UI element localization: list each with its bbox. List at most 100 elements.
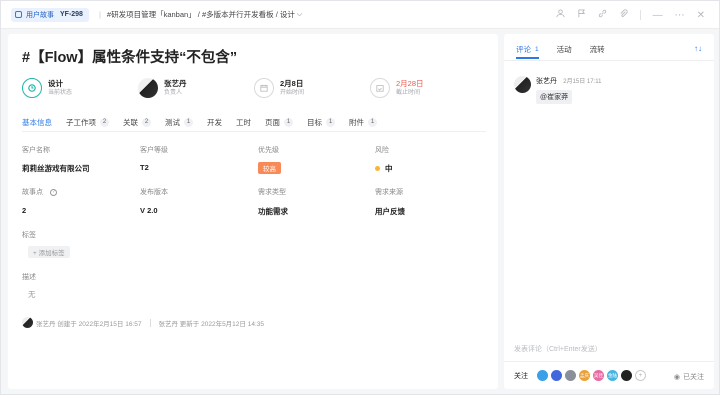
watch-toggle[interactable]: ◉ 已关注: [674, 372, 704, 382]
issue-title[interactable]: #【Flow】属性条件支持“不包含”: [22, 46, 237, 67]
issue-detail-window: 用户故事 YF-298 | #研发项目管理「kanban」 / #多版本并行开发…: [0, 0, 720, 395]
follower-avatar[interactable]: 孟庆: [579, 370, 590, 381]
story-points-label-wrap: 故事点 ?: [22, 187, 57, 197]
minimize-icon[interactable]: —: [653, 10, 663, 21]
follower-avatar[interactable]: [565, 370, 576, 381]
tab-transitions[interactable]: 流转: [590, 44, 605, 55]
customer-name-label: 客户名称: [22, 147, 50, 154]
comment-author: 张艺丹: [536, 78, 557, 85]
tab-attachments[interactable]: 附件 1: [349, 117, 377, 128]
tab-count: 1: [284, 117, 293, 127]
audit-info: 张艺丹 创建于 2022年2月15日 16:57 张艺丹 更新于 2022年5月…: [22, 317, 264, 328]
release-value[interactable]: V 2.0: [140, 206, 158, 215]
tab-count: 1: [535, 46, 539, 53]
follower-avatar[interactable]: [621, 370, 632, 381]
tab-worklog[interactable]: 工时: [236, 117, 251, 128]
status-icon: [22, 78, 42, 98]
tab-count: 1: [326, 117, 335, 127]
close-icon[interactable]: ✕: [697, 10, 705, 21]
chevron-down-icon[interactable]: ⌵: [297, 11, 302, 19]
calendar-check-icon: [370, 78, 390, 98]
top-bar: 用户故事 YF-298 | #研发项目管理「kanban」 / #多版本并行开发…: [1, 1, 719, 29]
side-tabs: 评论 1 活动 流转: [516, 44, 623, 59]
status-value: 设计: [48, 79, 63, 88]
issue-type-tag[interactable]: 用户故事 YF-298: [11, 7, 89, 22]
toolbar-divider: [639, 10, 641, 20]
follower-avatar[interactable]: [537, 370, 548, 381]
tab-count: 1: [368, 117, 377, 127]
attachment-icon[interactable]: [619, 9, 628, 21]
req-source-label: 需求来源: [375, 189, 403, 196]
link-icon[interactable]: [598, 9, 607, 21]
risk-value: 中: [385, 164, 393, 173]
tab-links[interactable]: 关联 2: [123, 117, 151, 128]
issue-id[interactable]: YF-298: [60, 11, 83, 18]
follower-avatar[interactable]: 吴佳: [593, 370, 604, 381]
tab-count: 2: [100, 117, 109, 127]
story-points-label: 故事点: [22, 189, 43, 196]
req-type-value[interactable]: 功能需求: [258, 206, 288, 217]
tab-tests[interactable]: 测试 1: [165, 117, 193, 128]
release-label: 发布版本: [140, 189, 168, 196]
assignee-meta[interactable]: 张艺丹 负责人: [138, 78, 187, 98]
story-points-value[interactable]: 2: [22, 206, 26, 215]
issue-type-label: 用户故事: [26, 11, 54, 19]
input-divider: [504, 361, 714, 362]
avatar: [138, 78, 158, 98]
tab-count: 1: [184, 117, 193, 127]
tab-development[interactable]: 开发: [207, 117, 222, 128]
follower-avatar[interactable]: 金陆: [607, 370, 618, 381]
tab-comments[interactable]: 评论 1: [516, 44, 539, 59]
status-label: 当前状态: [48, 90, 73, 96]
tab-sub-items[interactable]: 子工作项 2: [66, 117, 109, 128]
comment-item: 张艺丹 2月15日 17:11 @崔家莽: [514, 76, 601, 104]
breadcrumb-project[interactable]: #研发项目管理「kanban」: [107, 9, 196, 20]
side-divider: [504, 60, 714, 61]
sort-icon[interactable]: ↑↓: [694, 44, 702, 53]
activity-panel: 评论 1 活动 流转 ↑↓ 张艺丹 2月15日 17:11 @崔家莽 发表评论（C…: [504, 34, 714, 389]
story-icon: [15, 11, 22, 18]
customer-level-label: 客户等级: [140, 147, 168, 154]
comment-time: 2月15日 17:11: [563, 79, 602, 85]
tab-pages[interactable]: 页面 1: [265, 117, 293, 128]
priority-field[interactable]: 较高: [258, 162, 281, 174]
breadcrumb-stage[interactable]: / 设计: [276, 9, 295, 20]
risk-field[interactable]: 中: [375, 163, 393, 174]
due-date-label: 截止时间: [396, 90, 421, 96]
tab-basic-info[interactable]: 基本信息: [22, 117, 52, 132]
description-label: 描述: [22, 274, 36, 281]
breadcrumb-board[interactable]: / #多版本并行开发看板: [198, 9, 274, 20]
customer-name-value[interactable]: 莉莉丝游戏有限公司: [22, 163, 90, 174]
eye-icon: ◉: [673, 374, 680, 381]
tab-goals[interactable]: 目标 1: [307, 117, 335, 128]
comment-mention[interactable]: @崔家莽: [536, 90, 573, 104]
description-value[interactable]: 无: [28, 289, 36, 300]
help-icon[interactable]: ?: [50, 188, 57, 196]
tags-label: 标签: [22, 232, 36, 239]
tab-count: 2: [142, 117, 151, 127]
assign-icon[interactable]: [556, 9, 565, 21]
followers-bar: 关注 孟庆 吴佳 金陆 +: [514, 370, 646, 381]
start-date-meta[interactable]: 2月8日 开始时间: [254, 78, 304, 98]
req-source-value[interactable]: 用户反馈: [375, 206, 405, 217]
calendar-icon: [254, 78, 274, 98]
tab-activity[interactable]: 活动: [557, 44, 572, 55]
watched-label: 已关注: [683, 374, 704, 381]
customer-level-value[interactable]: T2: [140, 163, 149, 172]
more-icon[interactable]: ⋯: [675, 10, 685, 21]
add-tag-button[interactable]: + 添加标签: [28, 246, 70, 258]
flag-icon[interactable]: [577, 9, 586, 21]
created-info: 张艺丹 创建于 2022年2月15日 16:57: [36, 320, 142, 328]
follower-avatar[interactable]: [551, 370, 562, 381]
comment-input[interactable]: 发表评论（Ctrl+Enter发送）: [514, 344, 602, 354]
divider: [149, 318, 151, 327]
avatar: [514, 76, 531, 93]
req-type-label: 需求类型: [258, 189, 286, 196]
due-date-meta[interactable]: 2月28日 截止时间: [370, 78, 424, 98]
avatar: [22, 317, 33, 328]
status-meta[interactable]: 设计 当前状态: [22, 78, 72, 98]
updated-info: 张艺丹 更新于 2022年5月12日 14:35: [158, 320, 265, 328]
due-date-value: 2月28日: [396, 79, 424, 88]
priority-label: 优先级: [258, 147, 279, 154]
add-follower-icon[interactable]: +: [635, 370, 646, 381]
